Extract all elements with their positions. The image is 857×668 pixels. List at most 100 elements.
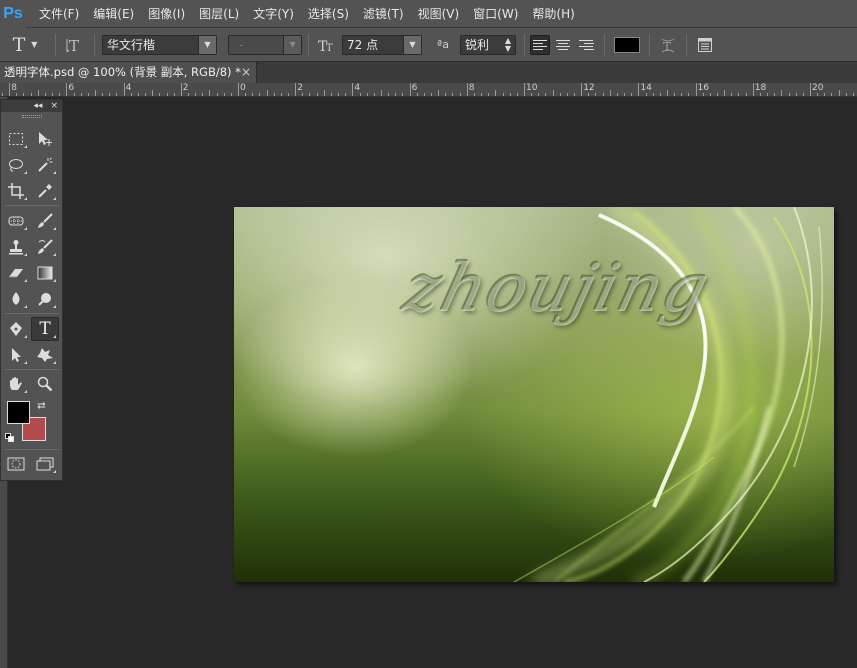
font-style-select[interactable]: - ▼: [228, 34, 302, 55]
ruler-label: 18: [754, 83, 767, 93]
ruler-tick: [538, 93, 539, 96]
eyedropper-tool[interactable]: [32, 180, 58, 202]
ruler-tick: [417, 93, 418, 96]
menu-select[interactable]: 选择(S): [301, 0, 356, 28]
ruler-tick: [824, 93, 825, 96]
ruler-tick: [309, 93, 310, 96]
crop-icon: [8, 183, 24, 199]
quick-mask-button[interactable]: [3, 453, 29, 475]
spot-healing-brush-tool[interactable]: [3, 210, 29, 232]
lasso-tool[interactable]: [3, 154, 29, 176]
ruler-tick: [831, 93, 832, 96]
pen-tool[interactable]: [3, 318, 29, 340]
ruler-tick: [302, 93, 303, 96]
blur-tool[interactable]: [3, 288, 29, 310]
ruler-tick: [781, 90, 782, 96]
menu-type[interactable]: 文字(Y): [246, 0, 301, 28]
zoom-tool[interactable]: [32, 373, 58, 395]
menu-filter[interactable]: 滤镜(T): [356, 0, 411, 28]
menu-help[interactable]: 帮助(H): [525, 0, 581, 28]
align-center-button[interactable]: [553, 35, 573, 55]
canvas-text-layer[interactable]: zhoujing: [396, 249, 717, 326]
divider: [55, 33, 56, 56]
ruler-tick: [124, 83, 125, 96]
brush-tool[interactable]: [32, 210, 58, 232]
menu-edit[interactable]: 编辑(E): [86, 0, 141, 28]
history-brush-icon: [38, 239, 53, 254]
ruler-tick: [567, 93, 568, 96]
text-color-swatch[interactable]: [610, 28, 644, 62]
text-tool-preset-picker[interactable]: T ▼: [0, 28, 50, 62]
magic-wand-tool[interactable]: [32, 154, 58, 176]
crop-tool[interactable]: [3, 180, 29, 202]
ruler-tick: [753, 83, 754, 96]
menu-layer[interactable]: 图层(L): [192, 0, 246, 28]
font-family-select[interactable]: 华文行楷 ▼: [102, 34, 217, 55]
hand-tool[interactable]: [3, 373, 29, 395]
ruler-tick: [16, 93, 17, 96]
close-icon[interactable]: ×: [241, 62, 251, 83]
gradient-icon: [37, 266, 53, 280]
align-right-button[interactable]: [576, 35, 596, 55]
ruler-tick: [531, 93, 532, 96]
clone-stamp-tool[interactable]: [3, 236, 29, 258]
foreground-color-swatch[interactable]: [7, 401, 30, 424]
path-selection-tool[interactable]: [3, 344, 29, 366]
horizontal-ruler[interactable]: 8 6 4 2 0 2 4 6 8 10 12 14 16 18 20: [0, 83, 857, 97]
rectangular-marquee-tool[interactable]: [3, 128, 29, 150]
svg-text:T: T: [663, 40, 671, 54]
ruler-label: 4: [354, 83, 361, 93]
divider: [5, 205, 59, 206]
ruler-tick: [331, 93, 332, 96]
menu-file[interactable]: 文件(F): [32, 0, 86, 28]
ruler-tick: [796, 93, 797, 96]
ruler-tick: [574, 93, 575, 96]
updown-icon: ▲ ▼: [504, 35, 511, 53]
font-size-select[interactable]: 72 点 ▼: [342, 34, 422, 55]
swap-colors-icon[interactable]: ⮂: [37, 399, 46, 413]
document-canvas[interactable]: zhoujing: [234, 207, 834, 582]
ruler-tick: [667, 90, 668, 96]
gradient-tool[interactable]: [32, 262, 58, 284]
collapse-icon[interactable]: ◂◂: [33, 101, 42, 111]
menu-view[interactable]: 视图(V): [411, 0, 467, 28]
divider: [5, 313, 59, 314]
ruler-tick: [274, 93, 275, 96]
ruler-tick: [245, 93, 246, 96]
ruler-tick: [424, 93, 425, 96]
antialias-select[interactable]: 锐利 ▲ ▼: [460, 34, 516, 55]
ruler-tick: [209, 90, 210, 96]
document-tab[interactable]: 透明字体.psd @ 100% (背景 副本, RGB/8) * ×: [0, 62, 257, 83]
ruler-tick: [288, 93, 289, 96]
history-brush-tool[interactable]: [32, 236, 58, 258]
chevron-down-icon: ▼: [283, 35, 301, 54]
ruler-tick: [145, 93, 146, 96]
screen-mode-button[interactable]: [32, 453, 58, 475]
ruler-tick: [488, 93, 489, 96]
svg-text:T: T: [69, 37, 79, 54]
ruler-label: 2: [182, 83, 189, 93]
ruler-tick: [252, 93, 253, 96]
svg-text:T: T: [326, 43, 333, 54]
close-icon[interactable]: ×: [50, 101, 58, 111]
align-left-button[interactable]: [530, 34, 550, 55]
character-panel-button[interactable]: [692, 28, 718, 62]
menu-image[interactable]: 图像(I): [141, 0, 192, 28]
toggle-text-orientation-button[interactable]: T: [61, 28, 89, 62]
tools-panel-grip[interactable]: [1, 112, 62, 120]
warp-text-button[interactable]: T: [655, 28, 681, 62]
ruler-tick: [846, 93, 847, 96]
menu-window[interactable]: 窗口(W): [466, 0, 525, 28]
horizontal-type-tool[interactable]: T: [31, 317, 59, 341]
ruler-tick: [116, 93, 117, 96]
ruler-tick: [23, 93, 24, 96]
tools-panel-header[interactable]: ◂◂ ×: [1, 100, 62, 112]
default-colors-icon[interactable]: [5, 433, 15, 443]
dodge-tool[interactable]: [32, 288, 58, 310]
custom-shape-tool[interactable]: [32, 344, 58, 366]
ruler-tick: [231, 93, 232, 96]
ruler-tick: [410, 83, 411, 96]
ruler-tick: [581, 83, 582, 96]
move-tool[interactable]: [32, 128, 58, 150]
eraser-tool[interactable]: [3, 262, 29, 284]
